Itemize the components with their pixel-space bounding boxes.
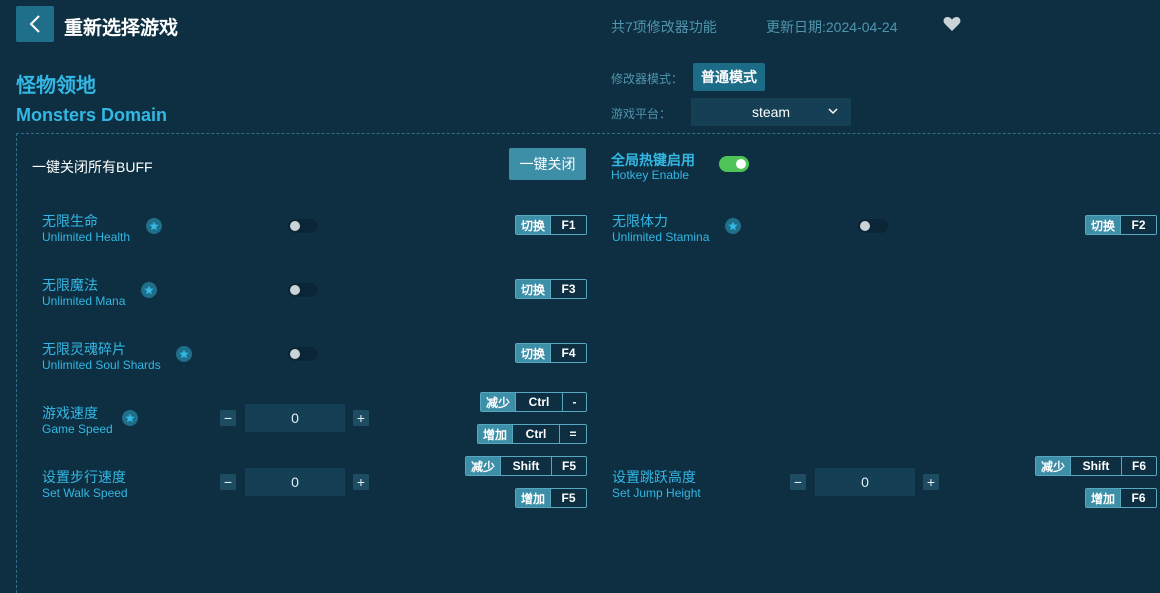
hotkey-action: 切换 [516, 216, 551, 234]
hotkey-modifier: Shift [1070, 457, 1122, 475]
hotkey-action: 增加 [516, 489, 551, 507]
mode-label: 修改器模式： [611, 72, 684, 86]
update-date: 更新日期:2024-04-24 [766, 19, 898, 35]
hotkey-modifier: Shift [500, 457, 552, 475]
hotkey-action: 切换 [516, 280, 551, 298]
walk-speed-increase-hotkey[interactable]: 增加 F5 [515, 488, 587, 508]
game-speed-input[interactable]: 0 [245, 404, 345, 432]
hotkey-key: F6 [1120, 489, 1156, 507]
feature-label-cn: 无限生命 [42, 213, 98, 229]
hotkey-enable-label-cn: 全局热键启用 [611, 152, 695, 168]
close-all-buff-label: 一键关闭所有BUFF [32, 159, 153, 175]
feature-label-en: Unlimited Mana [42, 294, 126, 308]
unlimited-mana-hotkey[interactable]: 切换 F3 [515, 279, 587, 299]
hotkey-modifier: Ctrl [512, 425, 560, 443]
mode-button[interactable]: 普通模式 [693, 63, 765, 91]
hotkey-enable-toggle[interactable] [719, 156, 749, 172]
hotkey-key: F3 [550, 280, 586, 298]
hotkey-key: F5 [550, 489, 586, 507]
hotkey-key: F6 [1121, 457, 1156, 475]
star-icon[interactable] [176, 346, 192, 362]
feature-label-en: Game Speed [42, 422, 113, 436]
walk-speed-input[interactable]: 0 [245, 468, 345, 496]
unlimited-soul-shards-hotkey[interactable]: 切换 F4 [515, 343, 587, 363]
hotkey-key: F2 [1120, 216, 1156, 234]
star-icon[interactable] [141, 282, 157, 298]
star-icon[interactable] [725, 218, 741, 234]
hotkey-action: 减少 [481, 393, 516, 411]
hotkey-action: 切换 [1086, 216, 1121, 234]
feature-label-cn: 设置步行速度 [42, 469, 126, 485]
hotkey-action: 切换 [516, 344, 551, 362]
jump-height-decrease-button[interactable]: − [790, 474, 806, 490]
feature-count: 共7项修改器功能 [611, 19, 717, 35]
walk-speed-decrease-button[interactable]: − [220, 474, 236, 490]
hotkey-key: = [559, 425, 586, 443]
hotkey-key: F5 [551, 457, 586, 475]
game-speed-increase-hotkey[interactable]: 增加 Ctrl = [477, 424, 587, 444]
chevron-down-icon [828, 108, 838, 115]
feature-label-en: Unlimited Health [42, 230, 131, 244]
walk-speed-decrease-hotkey[interactable]: 减少 Shift F5 [465, 456, 587, 476]
game-speed-decrease-button[interactable]: − [220, 410, 236, 426]
walk-speed-increase-button[interactable]: + [353, 474, 369, 490]
features-panel [16, 133, 1160, 593]
feature-label-en: Unlimited Soul Shards [42, 358, 161, 372]
hotkey-action: 减少 [1036, 457, 1071, 475]
star-icon[interactable] [146, 218, 162, 234]
hotkey-action: 增加 [1086, 489, 1121, 507]
unlimited-mana-toggle[interactable] [288, 283, 318, 297]
feature-label-en: Set Walk Speed [42, 486, 128, 500]
feature-label-cn: 无限体力 [612, 213, 668, 229]
jump-height-increase-button[interactable]: + [923, 474, 939, 490]
feature-label-en: Unlimited Stamina [612, 230, 710, 244]
feature-label-cn: 游戏速度 [42, 405, 98, 421]
feature-label-cn: 无限灵魂碎片 [42, 341, 126, 357]
page-title: 重新选择游戏 [64, 18, 179, 39]
back-button[interactable] [16, 6, 54, 42]
jump-height-decrease-hotkey[interactable]: 减少 Shift F6 [1035, 456, 1157, 476]
hotkey-modifier: Ctrl [515, 393, 563, 411]
game-speed-increase-button[interactable]: + [353, 410, 369, 426]
hotkey-key: F4 [550, 344, 586, 362]
feature-label-cn: 设置跳跃高度 [612, 469, 696, 485]
chevron-left-icon [29, 15, 40, 33]
jump-height-increase-hotkey[interactable]: 增加 F6 [1085, 488, 1157, 508]
hotkey-action: 增加 [478, 425, 513, 443]
feature-label-cn: 无限魔法 [42, 277, 98, 293]
jump-height-input[interactable]: 0 [815, 468, 915, 496]
feature-label-en: Set Jump Height [612, 486, 701, 500]
close-all-button[interactable]: 一键关闭 [509, 148, 586, 180]
unlimited-stamina-hotkey[interactable]: 切换 F2 [1085, 215, 1157, 235]
game-name-en: Monsters Domain [16, 105, 168, 125]
hotkey-key: F1 [550, 216, 586, 234]
platform-value: steam [751, 104, 791, 120]
heart-icon[interactable] [943, 16, 961, 32]
unlimited-soul-shards-toggle[interactable] [288, 347, 318, 361]
unlimited-health-toggle[interactable] [288, 219, 318, 233]
platform-label: 游戏平台： [611, 107, 672, 121]
hotkey-action: 减少 [466, 457, 501, 475]
star-icon[interactable] [122, 410, 138, 426]
game-name-cn: 怪物领地 [16, 75, 96, 97]
platform-select[interactable]: steam [691, 98, 851, 126]
hotkey-enable-label-en: Hotkey Enable [611, 168, 690, 182]
unlimited-health-hotkey[interactable]: 切换 F1 [515, 215, 587, 235]
unlimited-stamina-toggle[interactable] [858, 219, 888, 233]
hotkey-key: - [562, 393, 586, 411]
game-speed-decrease-hotkey[interactable]: 减少 Ctrl - [480, 392, 587, 412]
